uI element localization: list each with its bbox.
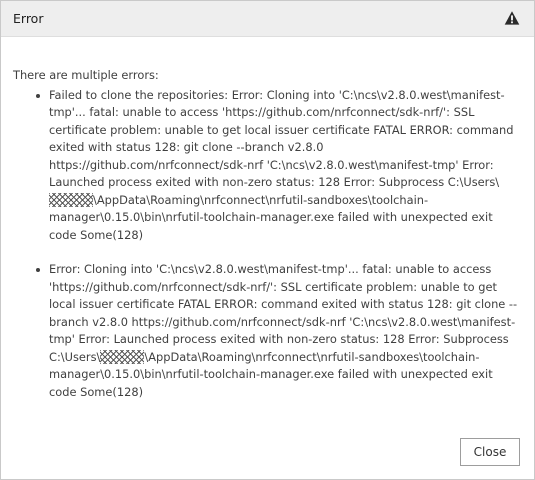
redacted-username (100, 349, 145, 364)
error-item: Error: Cloning into 'C:\ncs\v2.8.0.west\… (36, 261, 519, 401)
errors-intro: There are multiple errors: (13, 68, 159, 82)
error-text-part: Failed to clone the repositories: Error:… (49, 87, 514, 190)
dialog-title: Error (13, 11, 44, 26)
error-item: Failed to clone the repositories: Error:… (36, 87, 519, 245)
error-text-part: Error: Cloning into 'C:\ncs\v2.8.0.west\… (49, 262, 518, 364)
dialog-body: There are multiple errors: Failed to clo… (13, 67, 519, 418)
close-button[interactable]: Close (460, 438, 520, 466)
warning-triangle-icon (504, 11, 520, 25)
error-list: Failed to clone the repositories: Error:… (13, 87, 519, 402)
error-dialog: Error There are multiple errors: Failed … (0, 0, 535, 480)
dialog-titlebar: Error (1, 1, 534, 37)
redacted-username (49, 192, 93, 207)
error-text-part: \AppData\Roaming\nrfconnect\nrfutil-sand… (49, 192, 493, 242)
